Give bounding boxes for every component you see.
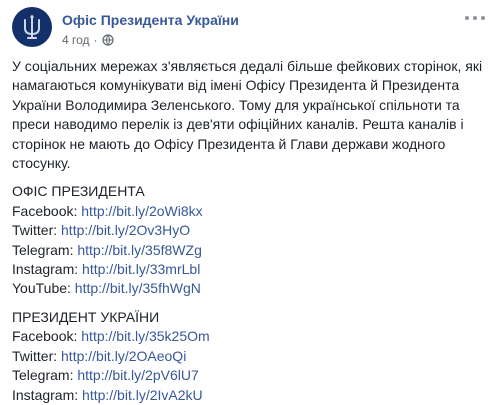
- link-row: Facebook: http://bit.ly/35k25Om: [12, 327, 490, 346]
- channel-label: Instagram:: [12, 261, 79, 278]
- channel-label: Instagram:: [12, 386, 79, 403]
- channel-link[interactable]: http://bit.ly/2pV6lU7: [77, 367, 198, 383]
- link-row: Instagram: http://bit.ly/2IvA2kU: [12, 386, 490, 405]
- channel-link[interactable]: http://bit.ly/2oWi8kx: [81, 203, 202, 219]
- link-row: Twitter: http://bit.ly/2OAeoQi: [12, 347, 490, 366]
- channel-label: Facebook:: [12, 202, 78, 219]
- more-options-icon[interactable]: [465, 10, 485, 26]
- channel-link[interactable]: http://bit.ly/35f8WZg: [77, 242, 202, 258]
- post-header: Офіс Президента України 4 год ·: [12, 7, 491, 53]
- section-president: ПРЕЗИДЕНТ УКРАЇНИ Facebook: http://bit.l…: [12, 308, 490, 405]
- link-row: YouTube: http://bit.ly/35fhWgN: [12, 279, 490, 298]
- post-body: У соціальних мережах з'являється дедалі …: [12, 57, 490, 405]
- channel-label: Twitter:: [12, 222, 58, 239]
- link-row: Telegram: http://bit.ly/35f8WZg: [12, 241, 490, 260]
- channel-label: Telegram:: [12, 241, 74, 258]
- channel-link[interactable]: http://bit.ly/2OAeoQi: [61, 348, 186, 364]
- more-dot: [473, 16, 477, 20]
- link-row: Facebook: http://bit.ly/2oWi8kx: [12, 202, 490, 221]
- post-meta: 4 год ·: [62, 33, 114, 47]
- channel-link[interactable]: http://bit.ly/33mrLbl: [82, 261, 200, 277]
- channel-label: Telegram:: [12, 367, 74, 384]
- link-row: Twitter: http://bit.ly/2Ov3HyO: [12, 221, 490, 240]
- post-timestamp[interactable]: 4 год: [62, 33, 90, 47]
- globe-icon: [101, 34, 114, 46]
- channel-label: Twitter:: [12, 347, 58, 364]
- channel-link[interactable]: http://bit.ly/35k25Om: [81, 328, 209, 344]
- channel-link[interactable]: http://bit.ly/2Ov3HyO: [61, 222, 190, 238]
- section-title: ОФІС ПРЕЗИДЕНТА: [12, 183, 145, 200]
- page-avatar[interactable]: [12, 7, 52, 47]
- channel-label: YouTube:: [12, 280, 71, 297]
- link-row: Telegram: http://bit.ly/2pV6lU7: [12, 366, 490, 385]
- post-intro: У соціальних мережах з'являється дедалі …: [12, 58, 483, 172]
- meta-separator: ·: [93, 33, 98, 47]
- channel-link[interactable]: http://bit.ly/35fhWgN: [75, 280, 201, 296]
- page-name-link[interactable]: Офіс Президента України: [62, 12, 239, 28]
- more-dot: [465, 16, 469, 20]
- facebook-post: Офіс Президента України 4 год · У соціал…: [0, 0, 501, 405]
- section-office: ОФІС ПРЕЗИДЕНТА Facebook: http://bit.ly/…: [12, 182, 490, 298]
- channel-link[interactable]: http://bit.ly/2IvA2kU: [82, 387, 203, 403]
- channel-label: Facebook:: [12, 328, 78, 345]
- link-row: Instagram: http://bit.ly/33mrLbl: [12, 260, 490, 279]
- trident-emblem-icon: [24, 15, 40, 39]
- more-dot: [481, 16, 485, 20]
- section-title: ПРЕЗИДЕНТ УКРАЇНИ: [12, 308, 160, 325]
